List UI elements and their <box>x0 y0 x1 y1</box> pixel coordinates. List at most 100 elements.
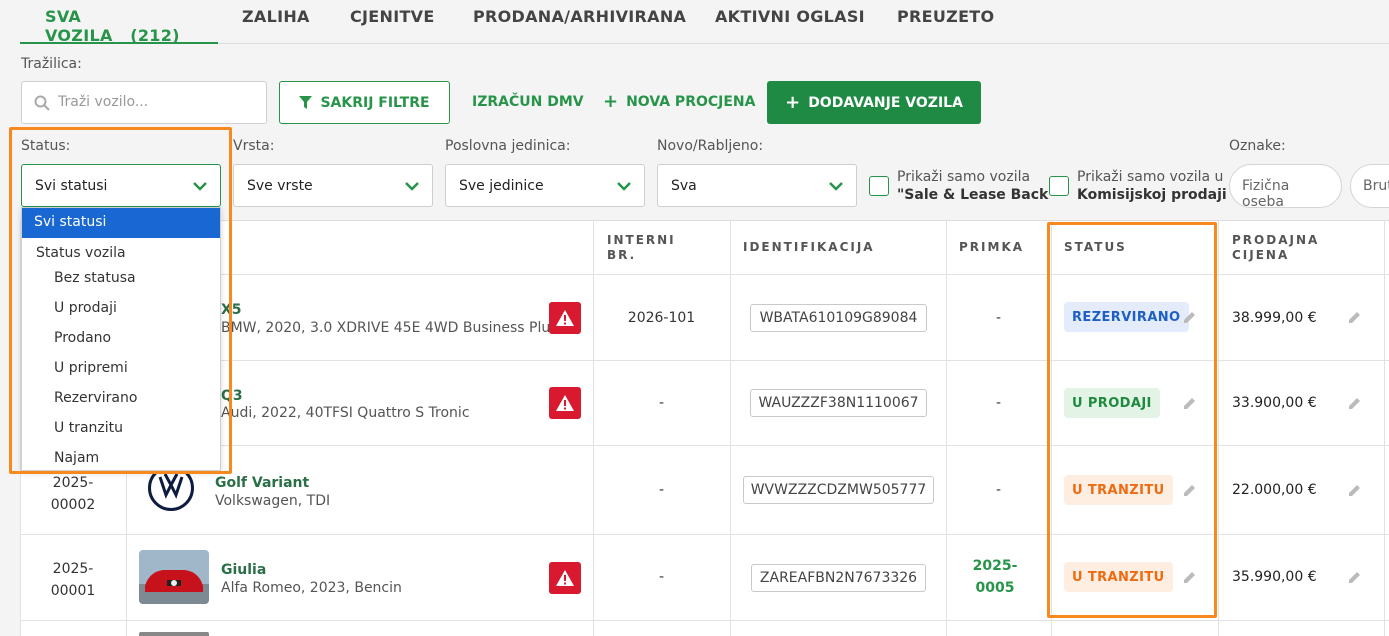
search-placeholder: Traži vozilo... <box>58 94 149 110</box>
col-divider <box>1218 220 1219 636</box>
vehicle-description: BMW, 2020, 3.0 XDRIVE 45E 4WD Business P… <box>221 320 558 336</box>
sale-lease-label: Prikaži samo vozila "Sale & Lease Back" <box>897 168 1056 204</box>
search-label: Tražilica: <box>21 56 82 72</box>
commission-text: Prikaži samo vozila u <box>1077 169 1224 185</box>
vehicle-id-part: 2025- <box>52 561 94 577</box>
internal-number: - <box>658 569 665 585</box>
header-text: INTERNI <box>607 233 676 247</box>
tag-pill[interactable]: Fizična oseba <box>1229 164 1342 210</box>
tags-label: Oznake: <box>1229 138 1286 154</box>
hide-filters-button[interactable]: SAKRIJ FILTRE <box>279 81 450 124</box>
search-icon <box>34 95 50 111</box>
vehicle-id: 2025- 00002 <box>20 472 126 516</box>
tab-label: SVA VOZILA <box>45 7 113 45</box>
tab-stock[interactable]: ZALIHA <box>242 0 310 44</box>
tab-bar: SVA VOZILA (212) ZALIHA CJENITVE PRODANA… <box>20 0 1389 45</box>
condition-filter-label: Novo/Rabljeno: <box>657 138 764 154</box>
tab-sold-archived[interactable]: PRODANA/ARHIVIRANA <box>473 0 686 44</box>
row-divider <box>20 620 1389 621</box>
commission-checkbox[interactable] <box>1049 176 1069 196</box>
header-text: BR. <box>607 248 637 262</box>
edit-price-icon[interactable] <box>1348 570 1362 584</box>
sale-price: 38.999,00 € <box>1232 310 1317 326</box>
vehicle-id-part: 2025- <box>52 475 94 491</box>
unit-select-value: Sve jedinice <box>459 178 544 194</box>
unit-filter-label: Poslovna jedinica: <box>445 138 571 154</box>
vehicle-id-part: 00001 <box>50 583 96 599</box>
search-input[interactable]: Traži vozilo... <box>21 81 267 124</box>
commission-label: Prikaži samo vozila u Komisijskoj prodaj… <box>1077 168 1227 204</box>
vehicle-description: Volkswagen, TDI <box>215 493 331 509</box>
tag-pill[interactable]: Brut <box>1350 164 1389 208</box>
plus-icon: + <box>785 91 801 113</box>
internal-number: - <box>658 482 665 498</box>
tab-active-ads[interactable]: AKTIVNI OGLASI <box>715 0 865 44</box>
primka-part: 2025- <box>972 558 1018 574</box>
header-primka[interactable]: PRIMKA <box>959 240 1024 255</box>
tab-valuations[interactable]: CJENITVE <box>350 0 435 44</box>
vin-field[interactable]: WBATA610109G89084 <box>750 304 927 332</box>
sale-price: 35.990,00 € <box>1232 569 1317 585</box>
filter-icon <box>299 95 313 109</box>
commission-bold: Komisijskoj prodaji <box>1077 187 1227 203</box>
header-sale-price[interactable]: PRODAJNA CIJENA <box>1232 233 1319 263</box>
header-text: CIJENA <box>1232 248 1290 262</box>
internal-number: 2026-101 <box>627 310 696 326</box>
tab-all-vehicles[interactable]: SVA VOZILA (212) <box>20 0 218 45</box>
tab-count: (212) <box>130 26 180 45</box>
vehicle-thumbnail[interactable] <box>139 550 209 604</box>
header-internal-no[interactable]: INTERNI BR. <box>607 233 676 263</box>
condition-select-value: Sva <box>671 178 697 194</box>
highlight-status-filter <box>9 127 232 474</box>
sale-lease-checkbox[interactable] <box>869 176 889 196</box>
edit-price-icon[interactable] <box>1348 396 1362 410</box>
header-text: PRODAJNA <box>1232 233 1320 247</box>
col-divider <box>1384 220 1385 636</box>
dmv-label: IZRAČUN DMV <box>472 94 584 110</box>
edit-price-icon[interactable] <box>1348 310 1362 324</box>
warning-icon[interactable] <box>549 562 581 594</box>
new-estimate-button[interactable]: + NOVA PROCJENA <box>603 91 756 112</box>
dmv-calc-button[interactable]: IZRAČUN DMV <box>472 94 584 110</box>
vehicle-description: Alfa Romeo, 2023, Bencin <box>221 580 402 596</box>
vehicle-id-part: 00002 <box>50 497 96 513</box>
sale-price: 33.900,00 € <box>1232 395 1317 411</box>
sale-price: 22.000,00 € <box>1232 482 1317 498</box>
type-filter-label: Vrsta: <box>233 138 275 154</box>
sale-lease-bold: "Sale & Lease Back" <box>897 187 1056 203</box>
vehicle-id: 2025- 00001 <box>20 558 126 602</box>
primka-part: 0005 <box>975 580 1015 596</box>
sale-lease-text: Prikaži samo vozila <box>897 169 1031 185</box>
chevron-down-icon <box>617 182 631 191</box>
vehicle-description: Audi, 2022, 40TFSI Quattro S Tronic <box>221 405 470 421</box>
plus-icon: + <box>603 91 619 112</box>
hide-filters-label: SAKRIJ FILTRE <box>320 94 430 111</box>
primka-link[interactable]: 2025- 0005 <box>946 555 1044 599</box>
chevron-down-icon <box>405 182 419 191</box>
warning-icon[interactable] <box>549 387 581 419</box>
primka-value: - <box>995 482 1002 498</box>
vin-field[interactable]: WVWZZZCDZMW505777 <box>743 476 934 504</box>
condition-select[interactable]: Sva <box>657 164 857 207</box>
new-estimate-label: NOVA PROCJENA <box>626 94 756 110</box>
col-divider <box>730 220 731 636</box>
add-vehicle-label: DODAVANJE VOZILA <box>808 94 963 111</box>
vehicle-model[interactable]: Giulia <box>221 562 266 578</box>
add-vehicle-button[interactable]: + DODAVANJE VOZILA <box>767 81 981 124</box>
type-select[interactable]: Sve vrste <box>233 164 433 207</box>
highlight-status-column <box>1047 222 1217 618</box>
primka-value: - <box>995 395 1002 411</box>
vin-field[interactable]: ZAREAFBN2N7673326 <box>751 564 926 592</box>
vehicle-model[interactable]: Golf Variant <box>215 475 309 491</box>
vehicle-thumbnail <box>139 632 209 636</box>
type-select-value: Sve vrste <box>247 178 313 194</box>
vin-field[interactable]: WAUZZZF38N1110067 <box>750 389 927 417</box>
chevron-down-icon <box>829 182 843 191</box>
tab-taken-over[interactable]: PREUZETO <box>897 0 994 44</box>
unit-select[interactable]: Sve jedinice <box>445 164 645 207</box>
primka-value: - <box>995 310 1002 326</box>
header-identification[interactable]: IDENTIFIKACIJA <box>743 240 875 255</box>
warning-icon[interactable] <box>549 302 581 334</box>
internal-number: - <box>658 395 665 411</box>
edit-price-icon[interactable] <box>1348 483 1362 497</box>
